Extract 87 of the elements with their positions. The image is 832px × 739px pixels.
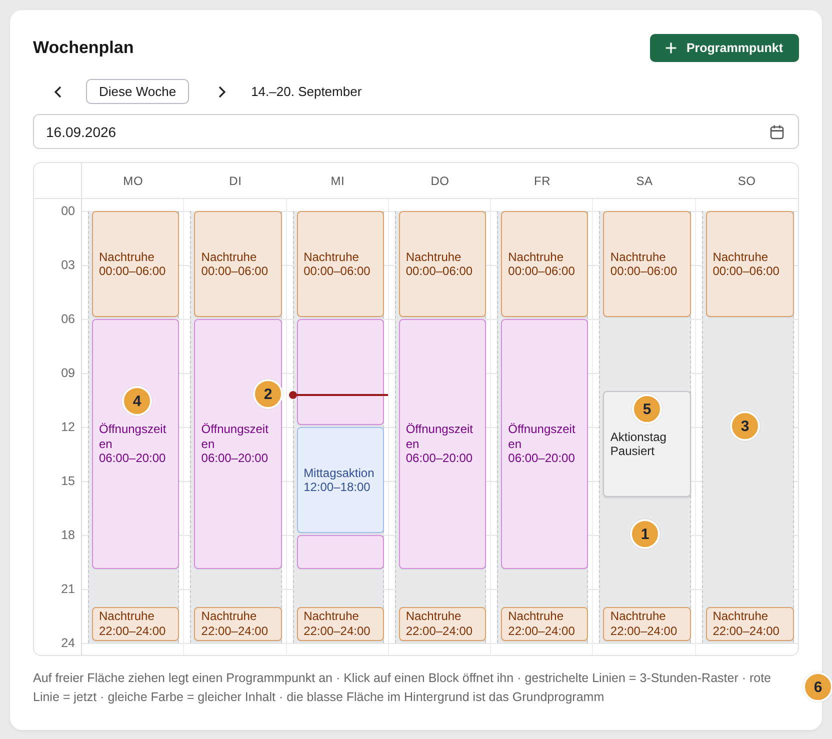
hour-label: 09 xyxy=(61,365,75,381)
block-time: 00:00–06:00 xyxy=(201,264,270,278)
block-title: Nachtruhe xyxy=(508,250,565,264)
block-time: 22:00–24:00 xyxy=(406,624,474,638)
hour-label: 18 xyxy=(61,527,75,543)
block-title: Nachtruhe xyxy=(99,250,156,264)
block-time: 22:00–24:00 xyxy=(610,624,678,638)
hour-label: 15 xyxy=(61,473,75,489)
program-block[interactable]: Nachtruhe 00:00–06:00 xyxy=(398,211,486,317)
program-block[interactable]: Öffnungszeiten 06:00–20:00 xyxy=(398,319,486,569)
plus-icon xyxy=(665,42,678,54)
program-block[interactable]: Nachtruhe 00:00–06:00 xyxy=(603,211,691,317)
base-program-area[interactable]: Nachtruhe 00:00–06:00 Öffnungszeiten 06:00–20:00 Nachtruhe 22:00–24:00 xyxy=(497,211,588,643)
program-block[interactable]: Nachtruhe 22:00–24:00 xyxy=(398,607,486,641)
block-title: Öffnungszeiten xyxy=(99,422,168,452)
chevron-right-icon xyxy=(218,86,226,98)
block-time: 00:00–06:00 xyxy=(99,264,167,278)
hour-label: 03 xyxy=(61,257,75,273)
block-title: Nachtruhe xyxy=(508,609,565,624)
block-time: 00:00–06:00 xyxy=(610,264,678,278)
block-time: 22:00–24:00 xyxy=(304,624,372,638)
block-title: Öffnungszeiten xyxy=(406,422,474,452)
block-title: Nachtruhe xyxy=(201,609,258,624)
block-time: 22:00–24:00 xyxy=(508,624,576,638)
base-program-area[interactable]: Nachtruhe 00:00–06:00 Öffnungszeiten 06:00–20:00 Nachtruhe 22:00–24:00 xyxy=(394,211,486,643)
block-title: Nachtruhe xyxy=(712,609,770,624)
page-title: Wochenplan xyxy=(33,38,134,58)
program-block[interactable]: Nachtruhe 00:00–06:00 xyxy=(501,211,588,317)
block-title: Öffnungszeiten xyxy=(201,422,270,452)
weekday-label: DI xyxy=(229,174,242,188)
hour-label: 12 xyxy=(61,419,75,435)
this-week-button[interactable]: Diese Woche xyxy=(86,79,190,104)
block-title: Öffnungszeiten xyxy=(508,422,576,452)
block-title: Nachtruhe xyxy=(406,250,462,264)
program-block[interactable]: Mittagsaktion 12:00–18:00 xyxy=(296,427,384,533)
program-block[interactable]: Nachtruhe 22:00–24:00 xyxy=(92,607,180,641)
block-time: 06:00–20:00 xyxy=(201,451,270,466)
weekday-label: FR xyxy=(534,174,551,188)
block-time: 22:00–24:00 xyxy=(99,624,167,638)
hour-label: 00 xyxy=(61,203,75,219)
program-block[interactable]: Nachtruhe 22:00–24:00 xyxy=(194,607,282,641)
block-title: Nachtruhe xyxy=(304,250,360,264)
block-time: 00:00–06:00 xyxy=(508,264,576,278)
hour-label: 06 xyxy=(61,311,75,327)
weekday-label: MI xyxy=(330,174,345,188)
program-block[interactable]: Nachtruhe 22:00–24:00 xyxy=(501,607,588,641)
weekday-label: DO xyxy=(430,174,450,188)
block-time: 06:00–20:00 xyxy=(99,451,167,466)
program-block[interactable]: Öffnungszeiten 06:00–20:00 xyxy=(501,319,588,569)
block-title: Nachtruhe xyxy=(406,609,462,624)
block-title: Nachtruhe xyxy=(610,250,667,264)
block-title: Aktionstag xyxy=(610,430,668,444)
help-text: Auf freier Fläche ziehen legt einen Programmpunkt an · Klick auf einen Block öffnet ihn · gestrichelte Linien = 3-Stunden-Raster · rote Linie = jetzt · gleiche Farbe = gleicher Inhalt · die blasse Fläche im Hintergrund ist das Grundprogramm xyxy=(33,670,772,706)
block-time: 06:00–20:00 xyxy=(406,451,474,466)
hour-label: 21 xyxy=(61,581,75,597)
weekday-label: SA xyxy=(636,174,653,188)
chevron-left-icon xyxy=(54,86,62,98)
block-time: 00:00–06:00 xyxy=(406,264,474,278)
block-time: 00:00–06:00 xyxy=(304,264,372,278)
block-status: Pausiert xyxy=(610,444,656,458)
add-program-item-button[interactable]: Programmpunkt xyxy=(650,34,799,62)
block-title: Nachtruhe xyxy=(304,609,360,624)
block-time: 12:00–18:00 xyxy=(304,480,372,494)
program-block[interactable]: Nachtruhe 22:00–24:00 xyxy=(706,607,794,641)
number-badge: 6 xyxy=(803,672,832,702)
program-block[interactable]: Nachtruhe 00:00–06:00 xyxy=(296,211,384,317)
block-time: 22:00–24:00 xyxy=(712,624,780,638)
hour-label: 24 xyxy=(61,635,75,651)
block-title: Nachtruhe xyxy=(610,609,667,624)
weekday-label: SO xyxy=(738,174,756,188)
program-block[interactable]: Nachtruhe 22:00–24:00 xyxy=(296,607,384,641)
program-block[interactable]: Nachtruhe 00:00–06:00 xyxy=(92,211,180,317)
weekday-label: MO xyxy=(123,174,144,188)
date-field[interactable]: 16.09.2026 xyxy=(33,114,799,149)
block-title: Nachtruhe xyxy=(712,250,770,264)
block-time: 06:00–20:00 xyxy=(508,451,576,466)
program-block[interactable]: Nachtruhe 22:00–24:00 xyxy=(603,607,691,641)
program-block[interactable]: Nachtruhe 00:00–06:00 xyxy=(706,211,794,317)
calendar-icon xyxy=(769,124,785,140)
block-title: Nachtruhe xyxy=(99,609,156,624)
base-program-area[interactable]: Nachtruhe 00:00–06:00 Mittagsaktion 12:00–18:00 Nachtruhe 22:00–24:00 xyxy=(292,211,384,643)
block-time: 22:00–24:00 xyxy=(201,624,270,638)
week-range-label: 14.–20. September xyxy=(251,84,362,99)
program-block[interactable]: Nachtruhe 00:00–06:00 xyxy=(194,211,282,317)
block-title: Nachtruhe xyxy=(201,250,258,264)
block-time: 00:00–06:00 xyxy=(712,264,780,278)
block-title: Mittagsaktion xyxy=(304,466,376,480)
